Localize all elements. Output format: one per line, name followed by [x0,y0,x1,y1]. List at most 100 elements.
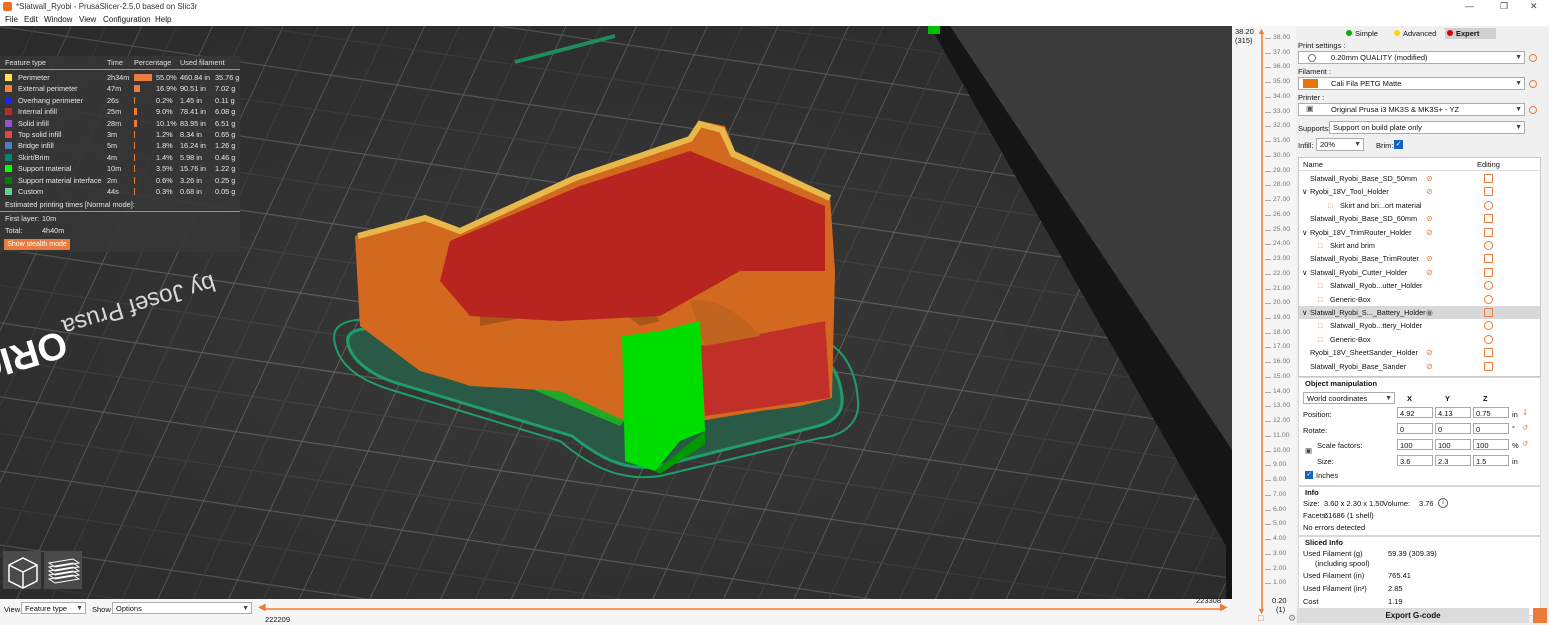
object-row[interactable]: □ Generic-Box [1299,333,1540,346]
lock-scale-icon[interactable]: ▣ [1305,446,1312,455]
settings-gear-icon[interactable] [1484,241,1493,250]
edit-icon[interactable] [1484,361,1493,371]
object-row[interactable]: ∨ Slatwall_Ryobi_Cutter_Holder ⊘ [1299,266,1540,279]
edit-icon[interactable] [1484,227,1493,237]
settings-gear-icon[interactable] [1484,294,1493,304]
info-icon[interactable]: i [1438,498,1448,508]
edit-icon[interactable] [1484,267,1493,277]
edit-icon[interactable] [1484,174,1493,183]
slider-right-thumb-icon[interactable]: ▶ [1220,602,1228,613]
position-z-field[interactable]: 0.75 [1473,407,1509,418]
object-row[interactable]: □ Slatwall_Ryob...utter_Holder [1299,279,1540,292]
expand-chevron-icon[interactable]: ∨ [1302,187,1307,196]
object-row[interactable]: ∨ Ryobi_18V_TrimRouter_Holder ⊘ [1299,226,1540,239]
edit-icon[interactable] [1484,214,1493,224]
object-row[interactable]: □ Skirt and bri...ort material [1299,199,1540,212]
object-row[interactable]: Slatwall_Ryobi_Base_TrimRouter ⊘ [1299,252,1540,265]
rotate-z-field[interactable]: 0 [1473,423,1509,434]
scale-z-field[interactable]: 100 [1473,439,1509,450]
edit-icon[interactable] [1484,308,1493,317]
hidden-eye-icon[interactable]: ⊘ [1426,187,1433,196]
hidden-eye-icon[interactable]: ⊘ [1426,254,1433,263]
hidden-eye-icon[interactable]: ⊘ [1426,214,1433,223]
object-row[interactable]: Slatwall_Ryobi_Base_Sander ⊘ [1299,360,1540,373]
size-z-field[interactable]: 1.5 [1473,455,1509,466]
scale-y-field[interactable]: 100 [1435,439,1471,450]
export-device-icon[interactable] [1533,608,1547,623]
position-x-field[interactable]: 4.92 [1397,407,1433,418]
visible-eye-icon[interactable]: ◉ [1426,308,1433,317]
filament-color-swatch[interactable] [1303,79,1318,88]
brim-checkbox[interactable]: ✓ [1394,140,1403,149]
object-row[interactable]: □ Generic-Box [1299,293,1540,306]
hidden-eye-icon[interactable]: ⊘ [1426,228,1433,237]
object-list[interactable]: Name Editing Slatwall_Ryobi_Base_SD_50mm… [1298,157,1541,377]
hidden-eye-icon[interactable]: ⊘ [1426,348,1433,357]
menu-help[interactable]: Help [155,15,171,24]
size-y-field[interactable]: 2.3 [1435,455,1471,466]
printer-select[interactable]: Original Prusa i3 MK3S & MK3S+ - YZ ▼ [1298,103,1525,116]
expand-chevron-icon[interactable]: ∨ [1302,308,1307,317]
close-icon[interactable]: ✕ [1530,1,1538,12]
minimize-icon[interactable]: — [1465,1,1474,11]
edit-icon[interactable] [1484,254,1493,264]
menu-file[interactable]: File [5,15,18,24]
menu-window[interactable]: Window [44,15,72,24]
export-gcode-button[interactable]: Export G-code [1297,608,1529,623]
settings-gear-icon[interactable] [1484,281,1493,291]
infill-select[interactable]: 20% ▼ [1316,138,1364,151]
settings-gear-icon[interactable] [1484,200,1493,210]
object-row[interactable]: Slatwall_Ryobi_Base_SD_60mm ⊘ [1299,212,1540,225]
mode-advanced-button[interactable]: Advanced [1392,28,1436,39]
filament-gear-icon[interactable] [1529,80,1537,88]
coordinates-select[interactable]: World coordinates ▼ [1303,392,1395,404]
show-options-select[interactable]: Options ▼ [112,602,252,614]
object-row[interactable]: Ryobi_18V_SheetSander_Holder ⊘ [1299,346,1540,359]
edit-icon[interactable] [1484,348,1493,358]
show-stealth-mode-button[interactable]: Show stealth mode [4,239,70,250]
reset-scale-icon[interactable]: ↺ [1522,439,1528,448]
hidden-eye-icon[interactable]: ⊘ [1426,362,1433,371]
3d-preview-viewport[interactable]: ORIGINAL PRUSA i3 MK3 by Josef Prusa Fea… [0,26,1256,599]
rotate-x-field[interactable]: 0 [1397,423,1433,434]
object-row[interactable]: ∨ Ryobi_18V_Tool_Holder ⊘ [1299,185,1540,198]
object-row[interactable]: □ Slatwall_Ryob...ttery_Holder [1299,319,1540,332]
layer-slider[interactable]: 38.20 (315) ▲ ▼ 38.00 37.00 36.00 35.00 34.0… [1232,26,1300,625]
object-row[interactable]: Slatwall_Ryobi_Base_SD_50mm ⊘ [1299,172,1540,185]
slider-left-thumb-icon[interactable]: ◀ [258,602,266,613]
mode-simple-button[interactable]: Simple [1344,28,1378,39]
menu-edit[interactable]: Edit [24,15,38,24]
layer-slider-track[interactable] [1261,34,1263,612]
expand-chevron-icon[interactable]: ∨ [1302,228,1307,237]
object-row[interactable]: □ Skirt and brim [1299,239,1540,252]
mode-expert-button[interactable]: Expert [1445,28,1496,39]
hidden-eye-icon[interactable]: ⊘ [1426,268,1433,277]
rotate-y-field[interactable]: 0 [1435,423,1471,434]
lock-icon[interactable]: □ [1258,613,1263,623]
settings-gear-icon[interactable] [1484,321,1493,331]
reset-rotation-icon[interactable]: ↺ [1522,423,1528,432]
print-settings-select[interactable]: 0.20mm QUALITY (modified) ▼ [1298,51,1525,64]
menu-configuration[interactable]: Configuration [103,15,151,24]
edit-icon[interactable] [1484,187,1493,197]
print-settings-gear-icon[interactable] [1529,54,1537,62]
gear-icon[interactable]: ⚙ [1288,613,1296,624]
horizontal-move-slider[interactable] [262,608,1224,610]
settings-gear-icon[interactable] [1484,334,1493,344]
scale-x-field[interactable]: 100 [1397,439,1433,450]
expand-chevron-icon[interactable]: ∨ [1302,268,1307,277]
view-type-select[interactable]: Feature type ▼ [21,602,86,614]
layers-view-icon[interactable] [44,551,82,589]
size-x-field[interactable]: 3.6 [1397,455,1433,466]
object-row[interactable]: ∨ Slatwall_Ryobi_S..._Battery_Holder ◉ [1299,306,1540,319]
supports-select[interactable]: Support on build plate only ▼ [1329,121,1525,134]
hidden-eye-icon[interactable]: ⊘ [1426,174,1433,183]
menu-view[interactable]: View [79,15,96,24]
layer-top-thumb-icon[interactable]: ▲ [1257,26,1266,36]
inches-checkbox[interactable]: ✓ [1305,471,1313,479]
drop-to-bed-icon[interactable]: ↧ [1522,408,1528,417]
maximize-icon[interactable]: ❐ [1500,1,1508,12]
3d-view-icon[interactable] [3,551,41,589]
position-y-field[interactable]: 4.13 [1435,407,1471,418]
filament-select[interactable]: Cali Fila PETG Matte ▼ [1298,77,1525,90]
